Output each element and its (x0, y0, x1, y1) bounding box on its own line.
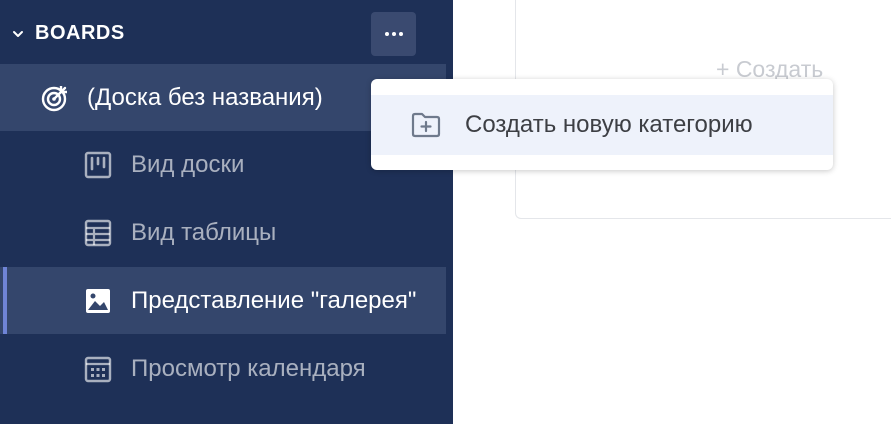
sidebar: BOARDS (Доска без названия) Вид доски Ви… (0, 0, 453, 424)
table-view-icon (84, 219, 112, 247)
board-view-icon (84, 151, 112, 179)
menu-item-label: Создать новую категорию (465, 111, 753, 138)
folder-plus-icon (411, 112, 441, 138)
sidebar-item-calendar-view[interactable]: Просмотр календаря (0, 335, 446, 402)
more-horizontal-icon (384, 32, 403, 36)
chevron-down-icon[interactable] (11, 27, 25, 41)
calendar-view-icon (84, 356, 112, 383)
active-indicator (3, 267, 7, 334)
more-options-button[interactable] (371, 12, 416, 56)
context-menu: Создать новую категорию (371, 79, 833, 170)
view-label: Представление "галерея" (131, 287, 417, 314)
app-root: BOARDS (Доска без названия) Вид доски Ви… (0, 0, 891, 424)
target-icon (41, 86, 67, 112)
boards-section-title: BOARDS (35, 22, 125, 44)
view-label: Просмотр календаря (131, 355, 366, 382)
sidebar-item-gallery-view[interactable]: Представление "галерея" (0, 267, 446, 334)
view-label: Вид таблицы (131, 219, 277, 246)
gallery-view-icon (86, 289, 110, 313)
board-title: (Доска без названия) (87, 84, 323, 111)
boards-section-header[interactable]: BOARDS (0, 10, 453, 58)
create-category-menu-item[interactable]: Создать новую категорию (371, 95, 833, 155)
sidebar-item-table-view[interactable]: Вид таблицы (0, 199, 446, 266)
